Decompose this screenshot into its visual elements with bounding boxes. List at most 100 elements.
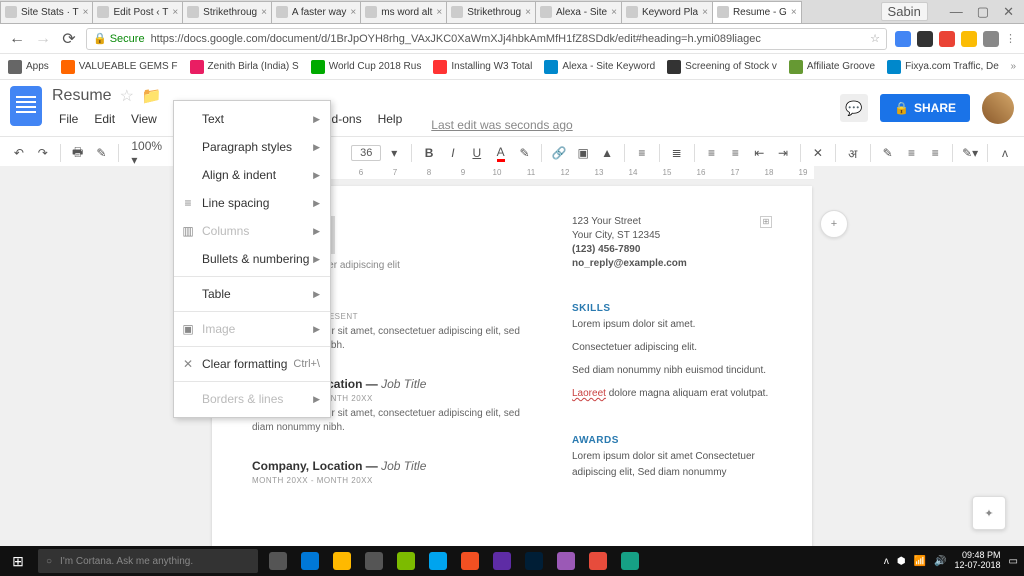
input-tools-button[interactable]: अ (842, 142, 864, 164)
cortana-search[interactable]: ○ I'm Cortana. Ask me anything. (38, 549, 258, 573)
skill-line[interactable]: Sed diam nonummy nibh euismod tincidunt. (572, 363, 772, 378)
awards-heading[interactable]: AWARDS (572, 435, 772, 446)
bookmarks-overflow[interactable]: » (1010, 61, 1016, 72)
taskbar-app-icon[interactable] (486, 546, 518, 576)
ext-icon[interactable] (895, 31, 911, 47)
share-button[interactable]: 🔒 SHARE (880, 94, 970, 122)
browser-tab[interactable]: A faster way× (271, 1, 361, 23)
format-menu-item[interactable]: ≡Line spacing▶ (174, 189, 330, 217)
chrome-menu-icon[interactable]: ⋮ (1005, 32, 1016, 45)
bookmark-item[interactable]: Apps (8, 60, 49, 74)
menu-edit[interactable]: Edit (87, 110, 122, 128)
menu-help[interactable]: Help (371, 110, 410, 128)
numbered-list-button[interactable]: ≡ (701, 142, 723, 164)
redo-button[interactable]: ↷ (32, 142, 54, 164)
ext-icon[interactable] (917, 31, 933, 47)
format-menu-item[interactable]: Table▶ (174, 280, 330, 308)
skills-heading[interactable]: SKILLS (572, 303, 772, 314)
bookmark-item[interactable]: Affiliate Groove (789, 60, 875, 74)
format-menu-item[interactable]: Align & indent▶ (174, 161, 330, 189)
start-button[interactable]: ⊞ (0, 546, 36, 576)
tray-chevron-icon[interactable]: ʌ (884, 556, 889, 567)
reload-button[interactable]: ⟳ (60, 29, 78, 49)
format-menu-item[interactable]: ✕Clear formattingCtrl+\ (174, 350, 330, 378)
account-avatar[interactable] (982, 92, 1014, 124)
browser-tab[interactable]: Resume - G× (712, 1, 802, 23)
skill-line[interactable]: Lorem ipsum dolor sit amet. (572, 317, 772, 332)
font-size-inc[interactable]: ▾ (383, 142, 405, 164)
browser-tab[interactable]: ms word alt× (360, 1, 447, 23)
docs-logo-icon[interactable] (10, 86, 42, 126)
document-title[interactable]: Resume (52, 87, 112, 105)
browser-tab[interactable]: Site Stats · T× (0, 1, 93, 23)
indent-inc-button[interactable]: ⇥ (772, 142, 794, 164)
star-icon[interactable]: ☆ (120, 86, 134, 106)
bookmark-item[interactable]: Zenith Birla (India) S (190, 60, 299, 74)
phone[interactable]: (123) 456-7890 (572, 244, 772, 255)
ext-icon[interactable] (961, 31, 977, 47)
bookmark-item[interactable]: Screening of Stock v (667, 60, 777, 74)
text-color-button[interactable]: A (490, 142, 512, 164)
tray-network-icon[interactable]: 📶 (914, 556, 926, 567)
bookmark-item[interactable]: Installing W3 Total (433, 60, 532, 74)
highlight-button[interactable]: ✎ (514, 142, 536, 164)
address-line[interactable]: 123 Your Street (572, 216, 772, 227)
browser-tab[interactable]: Alexa - Site× (535, 1, 622, 23)
paint-format-button[interactable]: ✎ (91, 142, 113, 164)
menu-file[interactable]: File (52, 110, 85, 128)
taskbar-app-icon[interactable] (326, 546, 358, 576)
skill-line[interactable]: Consectetuer adipiscing elit. (572, 340, 772, 355)
taskbar-app-icon[interactable] (614, 546, 646, 576)
more-button3[interactable]: ≡ (924, 142, 946, 164)
undo-button[interactable]: ↶ (8, 142, 30, 164)
chrome-user[interactable]: Sabin (881, 2, 928, 21)
table-outline-icon[interactable]: ⊞ (760, 216, 772, 228)
font-size-input[interactable]: 36 (351, 145, 381, 161)
last-edit-link[interactable]: Last edit was seconds ago (431, 118, 572, 136)
ext-icon[interactable] (983, 31, 999, 47)
align-button[interactable]: ≡ (631, 142, 653, 164)
taskbar-app-icon[interactable] (518, 546, 550, 576)
bookmark-item[interactable]: Alexa - Site Keyword (544, 60, 655, 74)
explore-button[interactable]: ✦ (972, 496, 1006, 530)
email[interactable]: no_reply@example.com (572, 258, 772, 269)
skill-line[interactable]: Laoreet dolore magna aliquam erat volutp… (572, 386, 772, 401)
taskbar-app-icon[interactable] (582, 546, 614, 576)
bullet-list-button[interactable]: ≡ (724, 142, 746, 164)
address-line[interactable]: Your City, ST 12345 (572, 230, 772, 241)
back-button[interactable]: ← (8, 30, 26, 48)
underline-button[interactable]: U (466, 142, 488, 164)
taskbar-app-icon[interactable] (262, 546, 294, 576)
more-button[interactable]: ✎ (877, 142, 899, 164)
taskbar-app-icon[interactable] (454, 546, 486, 576)
browser-tab[interactable]: Edit Post ‹ T× (92, 1, 183, 23)
comments-button[interactable]: 💬 (840, 94, 868, 122)
zoom-select[interactable]: 100% ▾ (125, 139, 177, 167)
format-menu-item[interactable]: Paragraph styles▶ (174, 133, 330, 161)
ext-icon[interactable] (939, 31, 955, 47)
bookmark-item[interactable]: VALUEABLE GEMS F (61, 60, 178, 74)
comment-button[interactable]: ▣ (572, 142, 594, 164)
format-menu-item[interactable]: Bullets & numbering▶ (174, 245, 330, 273)
awards-text[interactable]: Lorem ipsum dolor sit amet Consectetuer … (572, 449, 772, 481)
browser-tab[interactable]: Strikethroug× (446, 1, 536, 23)
browser-tab[interactable]: Strikethroug× (182, 1, 272, 23)
menu-view[interactable]: View (124, 110, 164, 128)
format-menu-item[interactable]: Text▶ (174, 105, 330, 133)
notifications-icon[interactable]: ▭ (1009, 556, 1018, 567)
more-button2[interactable]: ≡ (901, 142, 923, 164)
add-comment-button[interactable]: + (820, 210, 848, 238)
editing-mode-button[interactable]: ✎▾ (959, 142, 981, 164)
maximize-icon[interactable]: ▢ (977, 4, 989, 20)
linespacing-button[interactable]: ≣ (666, 142, 688, 164)
minimize-icon[interactable]: — (950, 4, 963, 19)
taskbar-app-icon[interactable] (294, 546, 326, 576)
taskbar-app-icon[interactable] (422, 546, 454, 576)
job-entry[interactable]: Company, Location — Job TitleMONTH 20XX … (252, 459, 532, 485)
browser-tab[interactable]: Keyword Pla× (621, 1, 713, 23)
close-icon[interactable]: ✕ (1003, 4, 1014, 20)
link-button[interactable]: 🔗 (548, 142, 570, 164)
italic-button[interactable]: I (442, 142, 464, 164)
bold-button[interactable]: B (418, 142, 440, 164)
tray-icon[interactable]: ⬢ (897, 556, 906, 567)
